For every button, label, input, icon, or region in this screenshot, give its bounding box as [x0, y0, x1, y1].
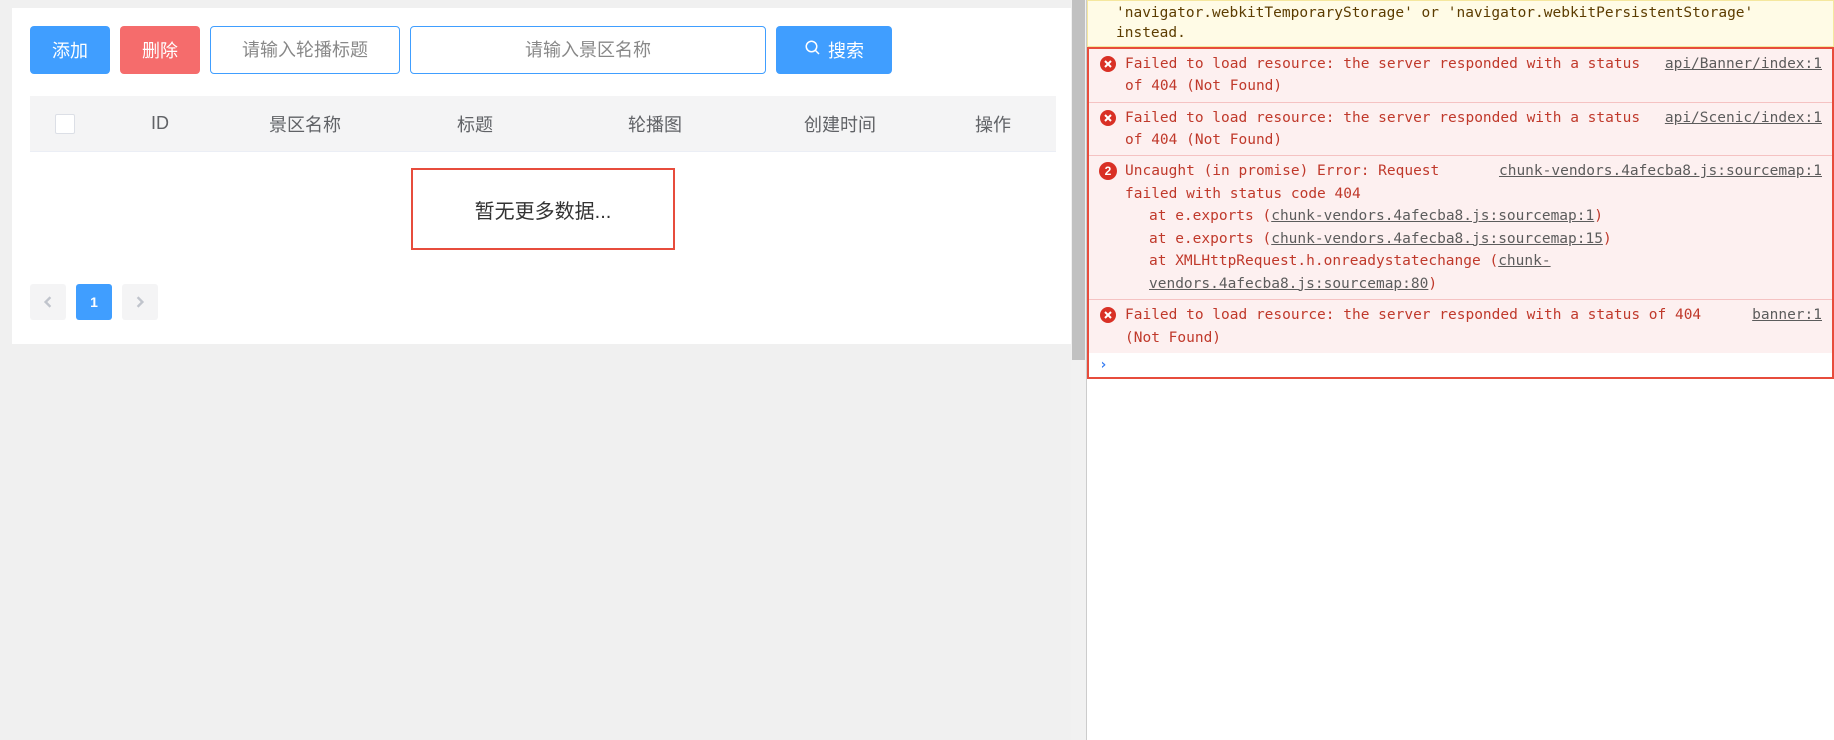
col-operations: 操作	[930, 111, 1056, 137]
error-count-badge: 2	[1099, 162, 1117, 180]
stack-source-link[interactable]: chunk-vendors.4afecba8.js:sourcemap:15	[1271, 231, 1603, 247]
error-stack: at e.exports (chunk-vendors.4afecba8.js:…	[1125, 205, 1822, 295]
app-main-pane: 添加 删除 搜索 ID 景区名称 标题	[0, 0, 1086, 740]
col-id: ID	[100, 113, 220, 134]
console-error-group: api/Banner/index:1 Failed to load resour…	[1087, 47, 1834, 380]
console-prompt[interactable]: ›	[1089, 353, 1832, 377]
error-source-link[interactable]: chunk-vendors.4afecba8.js:sourcemap:1	[1499, 160, 1822, 182]
left-scrollbar[interactable]	[1071, 0, 1086, 740]
col-scenic-name: 景区名称	[220, 111, 390, 137]
col-title: 标题	[390, 111, 560, 137]
error-x-icon	[1099, 109, 1117, 127]
stack-source-link[interactable]: chunk-vendors.4afecba8.js:sourcemap:1	[1271, 208, 1594, 224]
empty-state-box: 暂无更多数据...	[411, 168, 675, 250]
pagination: 1	[30, 284, 1056, 320]
error-message: Uncaught (in promise) Error: Request fai…	[1125, 163, 1439, 201]
error-x-icon	[1099, 306, 1117, 324]
empty-state-text: 暂无更多数据...	[475, 195, 612, 224]
error-message: Failed to load resource: the server resp…	[1125, 307, 1701, 345]
error-x-icon	[1099, 55, 1117, 73]
select-all-checkbox[interactable]	[55, 114, 75, 134]
page-1-button[interactable]: 1	[76, 284, 112, 320]
error-source-link[interactable]: banner:1	[1752, 304, 1822, 326]
console-warning: 'navigator.webkitTemporaryStorage' or 'n…	[1087, 0, 1834, 47]
col-created-time: 创建时间	[750, 111, 930, 137]
console-error-row: banner:1 Failed to load resource: the se…	[1089, 299, 1832, 353]
error-message: Failed to load resource: the server resp…	[1125, 56, 1640, 94]
toolbar: 添加 删除 搜索	[30, 26, 1056, 74]
devtools-console: 'navigator.webkitTemporaryStorage' or 'n…	[1086, 0, 1834, 740]
error-source-link[interactable]: api/Banner/index:1	[1665, 53, 1822, 75]
carousel-title-input[interactable]	[210, 26, 400, 74]
content-panel: 添加 删除 搜索 ID 景区名称 标题	[12, 8, 1074, 344]
search-icon	[804, 39, 822, 62]
left-scrollbar-thumb[interactable]	[1072, 0, 1085, 360]
table-header-row: ID 景区名称 标题 轮播图 创建时间 操作	[30, 96, 1056, 152]
col-carousel-image: 轮播图	[560, 111, 750, 137]
scenic-name-input[interactable]	[410, 26, 766, 74]
delete-button[interactable]: 删除	[120, 26, 200, 74]
search-button[interactable]: 搜索	[776, 26, 892, 74]
prev-page-button[interactable]	[30, 284, 66, 320]
data-table: ID 景区名称 标题 轮播图 创建时间 操作 暂无更多数据...	[30, 96, 1056, 280]
add-button[interactable]: 添加	[30, 26, 110, 74]
console-error-row: api/Scenic/index:1 Failed to load resour…	[1089, 102, 1832, 156]
empty-state: 暂无更多数据...	[30, 152, 1056, 280]
console-error-row: 2 chunk-vendors.4afecba8.js:sourcemap:1 …	[1089, 155, 1832, 299]
error-message: Failed to load resource: the server resp…	[1125, 110, 1640, 148]
console-error-row: api/Banner/index:1 Failed to load resour…	[1089, 49, 1832, 102]
error-source-link[interactable]: api/Scenic/index:1	[1665, 107, 1822, 129]
next-page-button[interactable]	[122, 284, 158, 320]
search-button-label: 搜索	[828, 37, 864, 63]
